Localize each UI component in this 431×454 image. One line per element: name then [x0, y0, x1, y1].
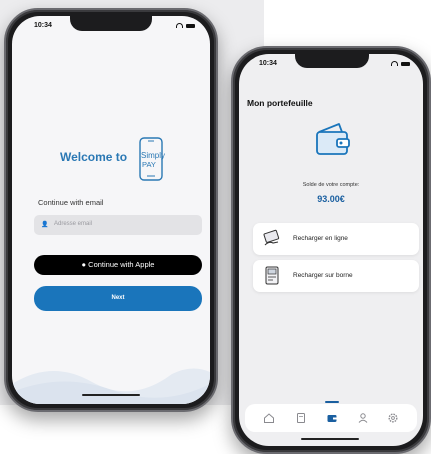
card-hand-icon	[263, 229, 280, 246]
recharge-online-button[interactable]: Recharger en ligne	[253, 223, 419, 255]
wallet-phone-frame: 10:34 Mon portefeuille Solde de votre co…	[231, 46, 431, 454]
status-time: 10:34	[34, 22, 52, 29]
logo-text-pay: PAY	[142, 160, 156, 169]
receipt-icon[interactable]	[295, 412, 307, 424]
email-input[interactable]: 👤 Adresse email	[34, 215, 202, 235]
terminal-icon	[265, 266, 279, 285]
simplypay-logo: Simply PAY	[139, 137, 165, 181]
recharge-terminal-button[interactable]: Recharger sur borne	[253, 260, 419, 292]
wallet-tab-icon[interactable]	[326, 412, 338, 424]
notch	[70, 16, 152, 31]
active-tab-indicator	[325, 401, 339, 403]
recharge-online-label: Recharger en ligne	[293, 235, 348, 242]
login-phone-frame: 10:34 Welcome to Simply PAY Continue wit…	[4, 8, 218, 412]
bottom-tab-bar	[245, 401, 417, 432]
welcome-header: Welcome to Simply PAY	[12, 134, 210, 182]
apple-icon: ●	[81, 260, 87, 269]
profile-icon[interactable]	[357, 412, 369, 424]
status-icons	[391, 61, 410, 67]
wallet-screen: 10:34 Mon portefeuille Solde de votre co…	[239, 54, 423, 446]
continue-email-label: Continue with email	[38, 198, 104, 207]
battery-icon	[185, 23, 195, 28]
status-time: 10:34	[259, 60, 277, 67]
user-icon: 👤	[41, 222, 49, 228]
home-indicator	[82, 394, 140, 396]
status-icons	[176, 23, 195, 29]
recharge-terminal-label: Recharger sur borne	[293, 272, 353, 279]
apple-button-label: Continue with Apple	[88, 260, 155, 269]
settings-icon[interactable]	[387, 412, 399, 424]
continue-with-apple-button[interactable]: ● Continue with Apple	[34, 255, 202, 275]
welcome-text: Welcome to	[60, 150, 128, 164]
next-button[interactable]: Next	[34, 286, 202, 311]
wifi-icon	[176, 23, 183, 28]
email-placeholder: Adresse email	[54, 221, 93, 227]
balance-value: 93.00€	[317, 194, 345, 204]
battery-icon	[400, 61, 410, 66]
login-screen: 10:34 Welcome to Simply PAY Continue wit…	[12, 16, 210, 404]
wifi-icon	[391, 61, 398, 66]
home-indicator	[301, 438, 359, 440]
balance-label: Solde de votre compte:	[302, 182, 360, 188]
notch	[295, 54, 369, 68]
wallet-icon	[316, 123, 350, 155]
logo-text-simply: Simply	[141, 151, 165, 160]
page-title: Mon portefeuille	[247, 98, 313, 108]
home-icon[interactable]	[263, 412, 275, 424]
